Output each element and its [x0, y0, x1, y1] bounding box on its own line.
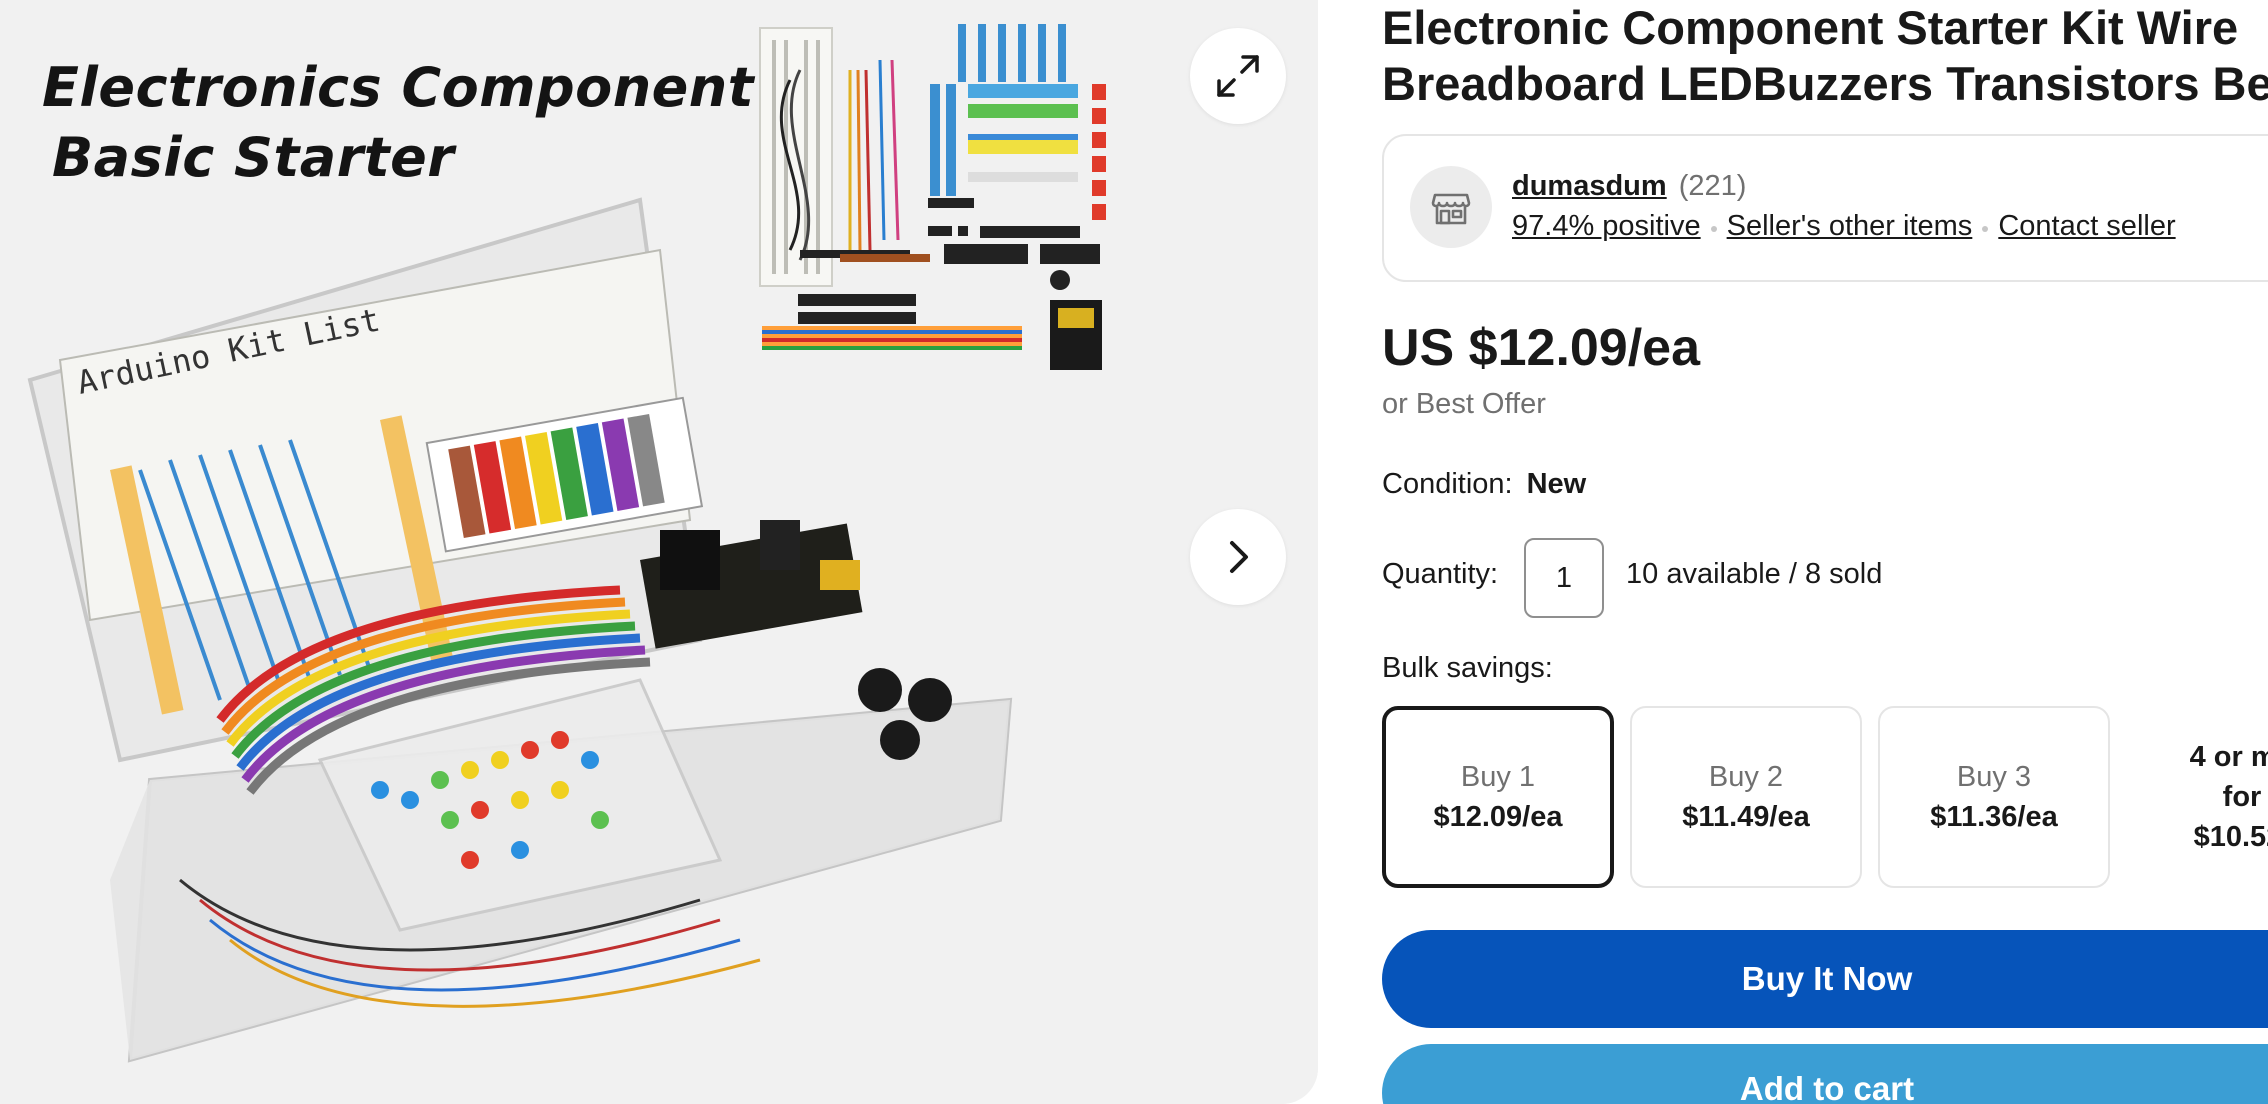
separator-dot [1710, 225, 1717, 232]
bulk-option-price: $11.36/ea [1930, 801, 2058, 833]
bulk-option-price: $12.09/ea [1433, 801, 1563, 833]
listing-title-line2: Breadboard LEDBuzzers Transistors Best [1382, 57, 2268, 110]
bulk-option-qty: Buy 1 [1460, 761, 1536, 793]
seller-name-row: dumasdum (221) [1512, 170, 1746, 203]
separator-dot [1982, 225, 1989, 232]
image-text-line1: Electronics Component [42, 56, 755, 119]
seller-links: 97.4% positive Seller's other items Cont… [1512, 210, 2176, 243]
contact-seller-link[interactable]: Contact seller [1998, 210, 2175, 243]
breadboard-graphic [759, 27, 833, 287]
condition-row: Condition: New [1382, 468, 1586, 501]
positive-feedback-link[interactable]: 97.4% positive [1512, 210, 1701, 243]
listing-title-line1: Electronic Component Starter Kit Wire [1382, 1, 2239, 54]
best-offer-text: or Best Offer [1382, 388, 1546, 420]
store-avatar[interactable] [1410, 166, 1492, 248]
bulk-option-buy-4-plus[interactable]: 4 or mo for $10.52/ [2126, 706, 2268, 888]
bulk-option-buy-1[interactable]: Buy 1 $12.09/ea [1382, 706, 1614, 888]
seller-feedback-count: (221) [1678, 170, 1747, 202]
bulk-option-buy-2[interactable]: Buy 2 $11.49/ea [1630, 706, 1862, 888]
bulk-savings-options: Buy 1 $12.09/ea Buy 2 $11.49/ea Buy 3 $1… [1382, 706, 2268, 888]
listing-title: Electronic Component Starter Kit Wire Br… [1382, 0, 2268, 112]
chevron-right-icon [1230, 541, 1248, 573]
image-text-line2: Basic Starter [52, 126, 455, 189]
bulk-option-qty-suffix: for [2222, 781, 2262, 813]
expand-image-button[interactable] [1190, 28, 1286, 124]
seller-other-items-link[interactable]: Seller's other items [1727, 210, 1973, 243]
bulk-option-price: $11.49/ea [1682, 801, 1810, 833]
listing-info-panel: Electronic Component Starter Kit Wire Br… [1382, 0, 2268, 1104]
next-image-button[interactable] [1190, 509, 1286, 605]
quantity-label: Quantity: [1382, 558, 1499, 590]
quantity-input[interactable] [1524, 538, 1604, 618]
quantity-availability: 10 available / 8 sold [1626, 558, 1883, 590]
bulk-savings-label: Bulk savings: [1382, 652, 1553, 684]
bulk-option-qty: 4 or mo [2189, 741, 2268, 773]
store-icon [1431, 193, 1471, 225]
condition-value: New [1526, 468, 1587, 500]
buy-it-now-button[interactable]: Buy It Now [1382, 930, 2268, 1028]
bulk-option-qty: Buy 3 [1956, 761, 2032, 793]
item-price: US $12.09/ea [1382, 319, 1701, 377]
image-gallery: Arduino Kit List Electronics Component B… [0, 0, 1318, 1104]
condition-label: Condition: [1382, 468, 1513, 500]
expand-icon [1217, 55, 1259, 97]
seller-card: dumasdum (221) 97.4% positive Seller's o… [1382, 134, 2268, 282]
bulk-option-price: $10.52/ [2193, 821, 2268, 853]
bulk-option-buy-3[interactable]: Buy 3 $11.36/ea [1878, 706, 2110, 888]
add-to-cart-button[interactable]: Add to cart [1382, 1044, 2268, 1104]
seller-name-link[interactable]: dumasdum [1512, 170, 1667, 202]
bulk-option-qty: Buy 2 [1708, 761, 1784, 793]
